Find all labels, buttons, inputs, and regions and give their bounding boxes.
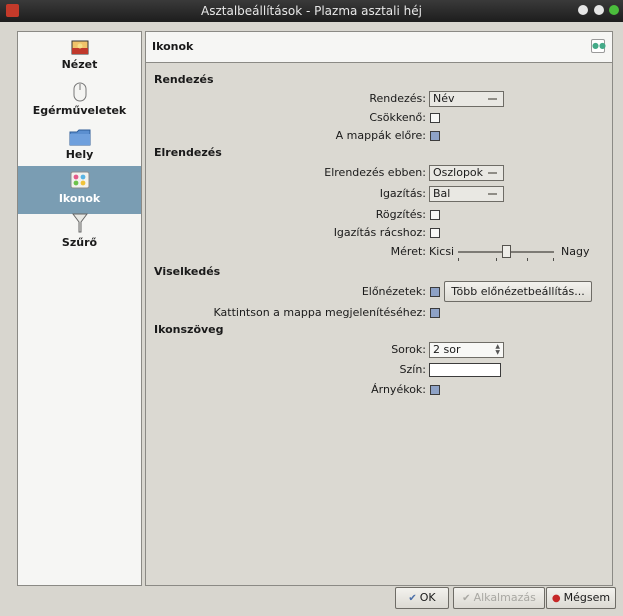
ok-button[interactable]: ✔ OK <box>395 587 449 609</box>
settings-panel: Ikonok ●● Rendezés Rendezés: Név Csökken… <box>145 31 613 586</box>
rows-value: 2 sor <box>433 343 461 356</box>
panel-header: Ikonok ●● <box>146 32 612 63</box>
close-button[interactable] <box>609 5 619 15</box>
previews-label: Előnézetek: <box>361 285 426 298</box>
sidebar-item-egermuveletek[interactable]: Egérműveletek <box>18 82 141 120</box>
window-titlebar: Asztalbeállítások - Plazma asztali héj <box>0 0 623 22</box>
sidebar-item-label: Szűrő <box>61 236 98 249</box>
dropdown-handle-icon <box>488 193 497 195</box>
slider-tick <box>458 258 459 261</box>
cancel-button[interactable]: ● Mégsem <box>546 587 616 609</box>
layout-combo[interactable]: Oszlopok <box>429 165 504 181</box>
size-min-label: Kicsi <box>429 245 455 258</box>
click-to-view-label: Kattintson a mappa megjelenítéséhez: <box>213 306 427 319</box>
size-label: Méret: <box>390 245 426 258</box>
filter-icon <box>71 213 88 233</box>
spin-arrows-icon[interactable]: ▲ ▼ <box>495 344 500 356</box>
sidebar: Nézet Egérműveletek Hely Ikonok Szűrő <box>17 31 142 586</box>
previews-checkbox[interactable] <box>430 287 440 297</box>
panel-title: Ikonok <box>152 40 194 53</box>
layout-value: Oszlopok <box>433 166 484 179</box>
snap-to-grid-checkbox[interactable] <box>430 228 440 238</box>
window-controls <box>576 5 619 18</box>
section-title: Viselkedés <box>154 265 221 278</box>
sidebar-item-ikonok[interactable]: Ikonok <box>18 166 141 214</box>
rows-label: Sorok: <box>391 343 426 356</box>
maximize-button[interactable] <box>593 5 604 15</box>
dialog-body: Nézet Egérműveletek Hely Ikonok Szűrő Ik… <box>5 26 617 611</box>
check-icon: ✔ <box>408 593 417 604</box>
more-previews-button[interactable]: Több előnézetbeállítás... <box>444 281 592 302</box>
folder-icon <box>69 129 90 146</box>
sidebar-item-hely[interactable]: Hely <box>18 128 141 164</box>
snap-label: Igazítás rácshoz: <box>333 226 426 239</box>
section-title: Ikonszöveg <box>154 323 224 336</box>
sort-value: Név <box>433 92 455 105</box>
icons-icon <box>70 171 89 189</box>
size-max-label: Nagy <box>561 245 590 258</box>
section-title: Elrendezés <box>154 146 222 159</box>
check-icon: ✔ <box>462 593 471 604</box>
sort-label: Rendezés: <box>369 92 426 105</box>
dropdown-handle-icon <box>488 98 497 100</box>
lock-label: Rögzítés: <box>375 208 426 221</box>
sidebar-item-nezet[interactable]: Nézet <box>18 40 141 76</box>
align-value: Bal <box>433 187 451 200</box>
slider-tick <box>496 258 497 261</box>
apply-button[interactable]: ✔ Alkalmazás <box>453 587 545 609</box>
align-label: Igazítás: <box>379 187 426 200</box>
folders-first-label: A mappák előre: <box>335 129 426 142</box>
shadows-checkbox[interactable] <box>430 385 440 395</box>
sidebar-item-label: Ikonok <box>58 192 101 205</box>
ok-label: OK <box>419 591 436 604</box>
sidebar-item-szuro[interactable]: Szűrő <box>18 212 141 250</box>
align-combo[interactable]: Bal <box>429 186 504 202</box>
lock-checkbox[interactable] <box>430 210 440 220</box>
sidebar-item-label: Nézet <box>61 58 98 71</box>
sidebar-item-label: Egérműveletek <box>32 104 127 117</box>
shadow-label: Árnyékok: <box>371 383 426 396</box>
minimize-button[interactable] <box>578 5 588 15</box>
descending-checkbox[interactable] <box>430 113 440 123</box>
icons-icon: ●● <box>591 39 606 53</box>
sort-combo[interactable]: Név <box>429 91 504 107</box>
slider-tick <box>527 258 528 261</box>
sidebar-item-label: Hely <box>65 148 94 161</box>
click-to-view-checkbox[interactable] <box>430 308 440 318</box>
cancel-icon: ● <box>551 593 561 604</box>
dropdown-handle-icon <box>488 172 497 174</box>
apply-label: Alkalmazás <box>473 591 536 604</box>
layout-label: Elrendezés ebben: <box>324 166 426 179</box>
color-label: Szín: <box>399 363 427 376</box>
folders-first-checkbox[interactable] <box>430 131 440 141</box>
slider-tick <box>553 258 554 261</box>
mouse-icon <box>73 82 86 102</box>
window-title: Asztalbeállítások - Plazma asztali héj <box>201 4 422 18</box>
size-slider-handle[interactable] <box>501 245 511 258</box>
rows-spinbox[interactable]: 2 sor ▲ ▼ <box>429 342 504 358</box>
image-icon <box>71 40 88 55</box>
color-picker[interactable] <box>429 363 501 377</box>
descending-label: Csökkenő: <box>369 111 426 124</box>
section-title: Rendezés <box>154 73 214 86</box>
cancel-label: Mégsem <box>563 591 611 604</box>
